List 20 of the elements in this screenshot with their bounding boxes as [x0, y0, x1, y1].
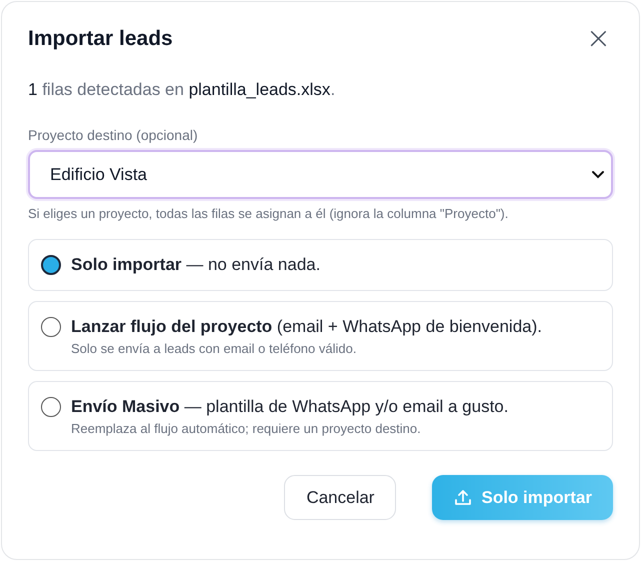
option-card[interactable]: Envío Masivo — plantilla de WhatsApp y/o email a gusto. Reemplaza al flujo automático; requiere un proyecto destino.: [28, 381, 613, 451]
dialog-title: Importar leads: [28, 27, 173, 51]
option-card[interactable]: Solo importar — no envía nada.: [28, 239, 613, 291]
field-label: Proyecto destino (opcional): [28, 127, 199, 143]
option-description: Reemplaza al flujo automático; requiere un proyecto destino.: [71, 421, 422, 436]
project-select[interactable]: Edificio Vista: [28, 150, 613, 199]
radio-button[interactable]: [41, 255, 61, 275]
option-card[interactable]: Lanzar flujo del proyecto (email + WhatsApp de bienvenida). Solo se envía a leads con email o teléfono válido.: [28, 301, 613, 371]
radio-button[interactable]: [41, 397, 61, 417]
option-label: Solo importar — no envía nada.: [71, 254, 320, 276]
field-hint: Si eliges un proyecto, todas las filas se asignan a él (ignora la columna "Proyecto").: [28, 206, 510, 221]
close-button[interactable]: ×: [584, 24, 613, 54]
option-label: Lanzar flujo del proyecto (email + WhatsApp de bienvenida).: [71, 316, 542, 338]
option-description: Solo se envía a leads con email o teléfono válido.: [71, 341, 358, 356]
cancel-button[interactable]: Cancelar: [284, 475, 396, 520]
summary-text: 1 filas detectadas en plantilla_leads.xlsx.: [28, 80, 336, 100]
upload-icon: [453, 488, 474, 508]
option-label: Envío Masivo — plantilla de WhatsApp y/o email a gusto.: [71, 396, 508, 418]
radio-button[interactable]: [41, 317, 61, 337]
chevron-down-icon: [591, 168, 605, 180]
